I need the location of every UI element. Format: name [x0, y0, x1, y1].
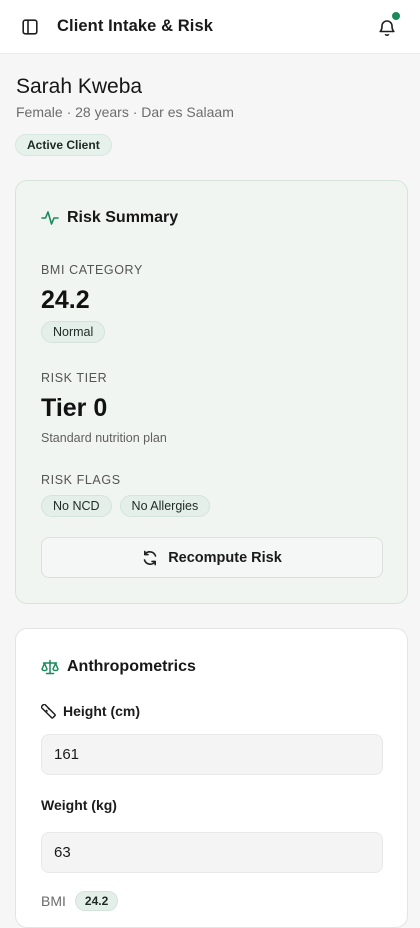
notifications-button[interactable] — [376, 12, 400, 39]
height-field-label: Height (cm) — [41, 703, 140, 719]
notification-dot — [392, 12, 400, 20]
recompute-risk-label: Recompute Risk — [168, 549, 282, 566]
client-name: Sarah Kweba — [16, 75, 143, 98]
bmi-label: BMI — [41, 893, 66, 909]
risk-flag-pill: No NCD — [41, 495, 112, 517]
height-input[interactable] — [41, 734, 383, 775]
refresh-icon — [143, 550, 157, 565]
risk-tier-note: Standard nutrition plan — [41, 431, 167, 445]
risk-flags-label: RISK FLAGS — [41, 473, 121, 487]
bmi-category-pill-wrap: Normal — [41, 321, 106, 343]
top-app-bar: Client Intake & Risk — [0, 0, 420, 54]
status-badge: Active Client — [15, 134, 112, 156]
risk-summary-title: Risk Summary — [67, 209, 179, 226]
recompute-risk-button[interactable]: Recompute Risk — [41, 537, 383, 578]
risk-tier-label: RISK TIER — [41, 371, 108, 385]
anthropometrics-title: Anthropometrics — [67, 658, 196, 675]
bmi-category-label: BMI CATEGORY — [41, 263, 143, 277]
bmi-readout: BMI 24.2 — [41, 891, 119, 911]
bmi-category-pill: Normal — [41, 321, 106, 343]
weight-field-label: Weight (kg) — [41, 797, 117, 813]
anthropometrics-card: Anthropometrics Height (cm) Weight (kg) … — [15, 628, 408, 928]
weight-input[interactable] — [41, 832, 383, 873]
sidebar-panel-icon — [22, 19, 38, 35]
risk-flags-list: No NCD No Allergies — [41, 495, 211, 517]
scale-balance-icon — [41, 659, 59, 675]
bmi-value: 24.2 — [41, 286, 90, 314]
sidebar-toggle-button[interactable] — [19, 16, 41, 38]
risk-summary-card: Risk Summary BMI CATEGORY 24.2 Normal RI… — [15, 180, 408, 604]
bmi-value-pill: 24.2 — [74, 891, 119, 911]
anthropometrics-header: Anthropometrics — [41, 658, 196, 676]
weight-label-text: Weight (kg) — [41, 797, 117, 813]
risk-flag-pill: No Allergies — [119, 495, 211, 517]
risk-summary-header: Risk Summary — [41, 209, 178, 227]
activity-pulse-icon — [41, 211, 59, 225]
height-label-text: Height (cm) — [63, 703, 140, 719]
risk-tier-value: Tier 0 — [41, 394, 108, 422]
bell-icon — [379, 19, 395, 36]
client-meta: Female · 28 years · Dar es Salaam — [16, 104, 234, 120]
page-title: Client Intake & Risk — [57, 17, 214, 35]
ruler-icon — [41, 703, 56, 719]
